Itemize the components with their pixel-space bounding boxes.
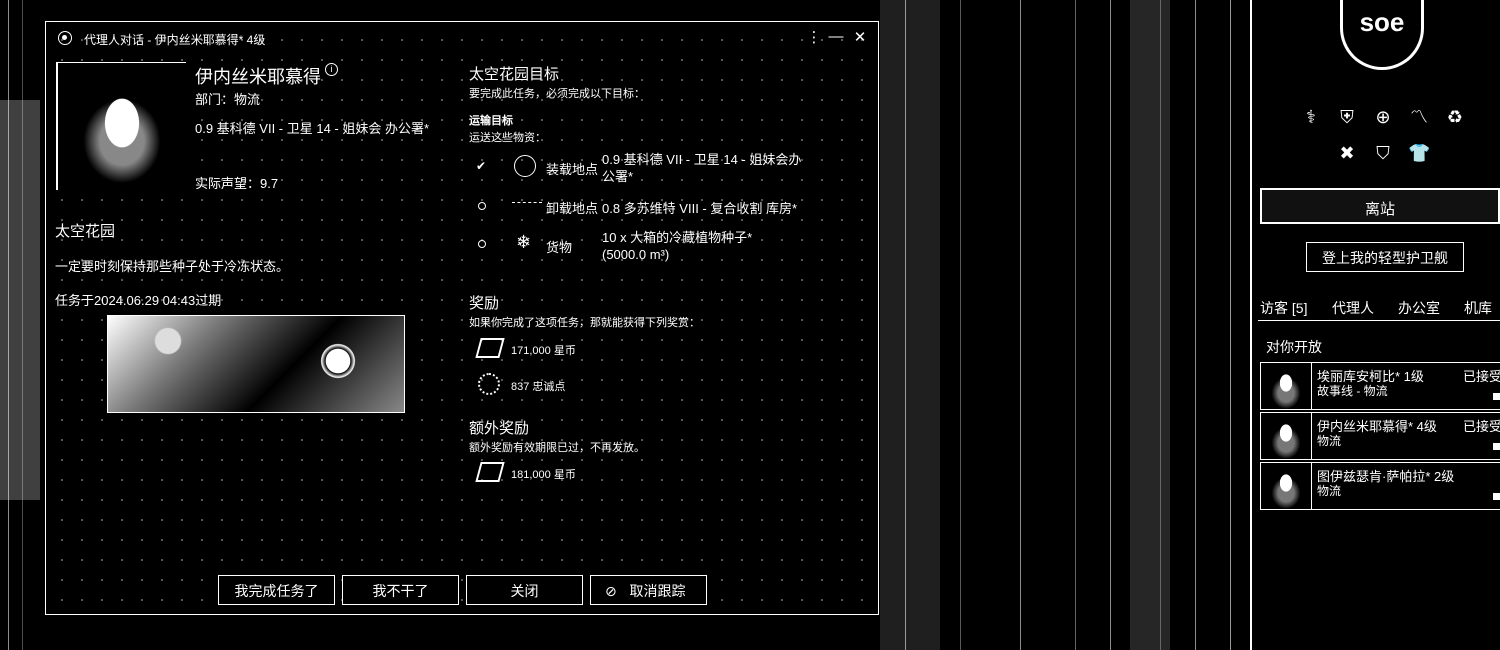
rewards-title: 奖励 (469, 295, 500, 312)
agent-thumbnail (1261, 413, 1312, 459)
cargo-value[interactable]: 10 x 大箱的冷藏植物种子* (5000.0 m³) (602, 229, 797, 263)
complete-mission-button[interactable]: 我完成任务了 (218, 575, 335, 605)
objectives-intro: 要完成此任务，必须完成以下目标： (469, 88, 645, 100)
objectives-header: 太空花园目标 (469, 66, 560, 83)
undock-label: 离站 (1364, 201, 1395, 218)
agent-name-row: 伊内丝米耶慕得 i (195, 63, 338, 89)
undock-button[interactable]: 离站 (1260, 188, 1500, 224)
industry-service-icon[interactable]: ✖ (1336, 142, 1358, 164)
fitting-service-icon[interactable]: ⛨ (1336, 106, 1358, 128)
isk-icon (475, 338, 505, 358)
window-titlebar[interactable]: 代理人对话 - 伊内丝米耶慕得* 4级 ⋮ — ✕ (46, 22, 878, 56)
mission-expiry: 任务于2024.06.29 04:43过期 (55, 293, 222, 308)
tab-guests[interactable]: 访客 [5] (1260, 298, 1307, 318)
cargo-label: 货物 (546, 240, 573, 255)
close-button[interactable]: 关闭 (466, 575, 583, 605)
rewards-intro: 如果你完成了这项任务，那就能获得下列奖赏： (469, 317, 700, 329)
objective-status-open-icon (478, 202, 486, 210)
insurance-service-icon[interactable]: ⛉ (1372, 142, 1394, 164)
objective-status-check-icon: ✔ (476, 159, 487, 173)
agent-standing: 实际声望：9.7 (195, 176, 279, 191)
dropoff-location[interactable]: 0.8 多苏维特 VIII - 复合收割 库房* (602, 198, 797, 217)
board-ship-button[interactable]: 登上我的轻型护卫舰 (1306, 242, 1464, 272)
transport-title: 运输目标 (469, 115, 513, 127)
repair-service-icon[interactable]: ⚕ (1300, 106, 1322, 128)
agent-conversation-window[interactable]: 代理人对话 - 伊内丝米耶慕得* 4级 ⋮ — ✕ 伊内丝米耶慕得 i 部门：物流… (45, 21, 879, 615)
agent-location[interactable]: 0.9 基科德 VII - 卫星 14 - 姐妹会 办公署* (195, 120, 445, 138)
isk-icon (475, 462, 505, 482)
agent-thumbnail (1261, 463, 1312, 509)
tab-offices[interactable]: 办公室 (1398, 298, 1440, 318)
agent-list-item[interactable]: 图伊兹瑟肯·萨帕拉* 2级 物流 (1260, 462, 1500, 510)
mission-description: 一定要时刻保持那些种子处于冷冻状态。 (55, 259, 290, 274)
tab-agents[interactable]: 代理人 (1332, 298, 1374, 318)
agent-list-division: 物流 (1317, 434, 1342, 448)
info-icon[interactable]: i (325, 63, 338, 76)
window-title: 代理人对话 - 伊内丝米耶慕得* 4级 (84, 33, 266, 47)
minimize-icon[interactable]: — (826, 28, 846, 45)
mail-icon (1493, 443, 1500, 450)
mission-title: 太空花园 (55, 223, 116, 240)
agent-portrait[interactable] (56, 62, 186, 190)
agent-thumbnail (1261, 363, 1312, 409)
pickup-location[interactable]: 0.9 基科德 VII - 卫星 14 - 姐妹会办公署* (602, 151, 802, 185)
agent-list-status: 已接受 (1463, 419, 1500, 434)
wardrobe-service-icon[interactable]: 👕 (1408, 142, 1430, 164)
mail-icon (1493, 393, 1500, 400)
close-icon[interactable]: ✕ (850, 28, 870, 46)
transport-intro: 运送这些物资： (469, 132, 546, 144)
objective-status-open-icon (478, 240, 486, 248)
reward-lp: 837 忠诚点 (511, 381, 566, 393)
cargo-icon: ❄ (516, 232, 532, 252)
untrack-button[interactable]: ⊘ 取消跟踪 (590, 575, 707, 605)
dropoff-label: 卸载地点 (546, 201, 599, 216)
tab-hangar[interactable]: 机库 (1464, 298, 1492, 318)
station-panel (1250, 0, 1500, 650)
station-logo-icon (512, 202, 542, 207)
tab-divider (1258, 320, 1500, 321)
reprocessing-service-icon[interactable]: ♻ (1444, 106, 1466, 128)
bonus-title: 额外奖励 (469, 420, 530, 437)
reward-isk: 171,000 星币 (511, 345, 576, 357)
clone-service-icon[interactable]: ⊕ (1372, 106, 1394, 128)
eye-off-icon: ⊘ (605, 583, 617, 599)
market-service-icon[interactable]: 〽 (1408, 106, 1430, 128)
pickup-label: 装载地点 (546, 162, 599, 177)
agent-list-item[interactable]: 伊内丝米耶慕得* 4级 物流 已接受 (1260, 412, 1500, 460)
untrack-label: 取消跟踪 (629, 583, 686, 599)
agent-name[interactable]: 伊内丝米耶慕得 (195, 67, 321, 87)
bonus-intro: 额外奖励有效期限已过，不再发放。 (469, 442, 645, 454)
more-options-icon[interactable]: ⋮ (804, 28, 824, 46)
mail-icon (1493, 493, 1500, 500)
agent-list-item[interactable]: 埃丽库安柯比* 1级 故事线 - 物流 已接受 (1260, 362, 1500, 410)
agent-list-division: 物流 (1317, 484, 1342, 498)
mission-image (107, 315, 405, 413)
agent-list-division: 故事线 - 物流 (1317, 384, 1388, 398)
bonus-isk: 181,000 星币 (511, 469, 576, 481)
station-logo-icon (514, 155, 536, 177)
quit-mission-button[interactable]: 我不干了 (342, 575, 459, 605)
agent-department: 部门：物流 (195, 92, 261, 107)
loyalty-points-icon (478, 373, 500, 395)
agent-list-status: 已接受 (1463, 369, 1500, 384)
agent-conversation-icon (58, 31, 72, 45)
available-agents-header: 对你开放 (1266, 339, 1322, 355)
